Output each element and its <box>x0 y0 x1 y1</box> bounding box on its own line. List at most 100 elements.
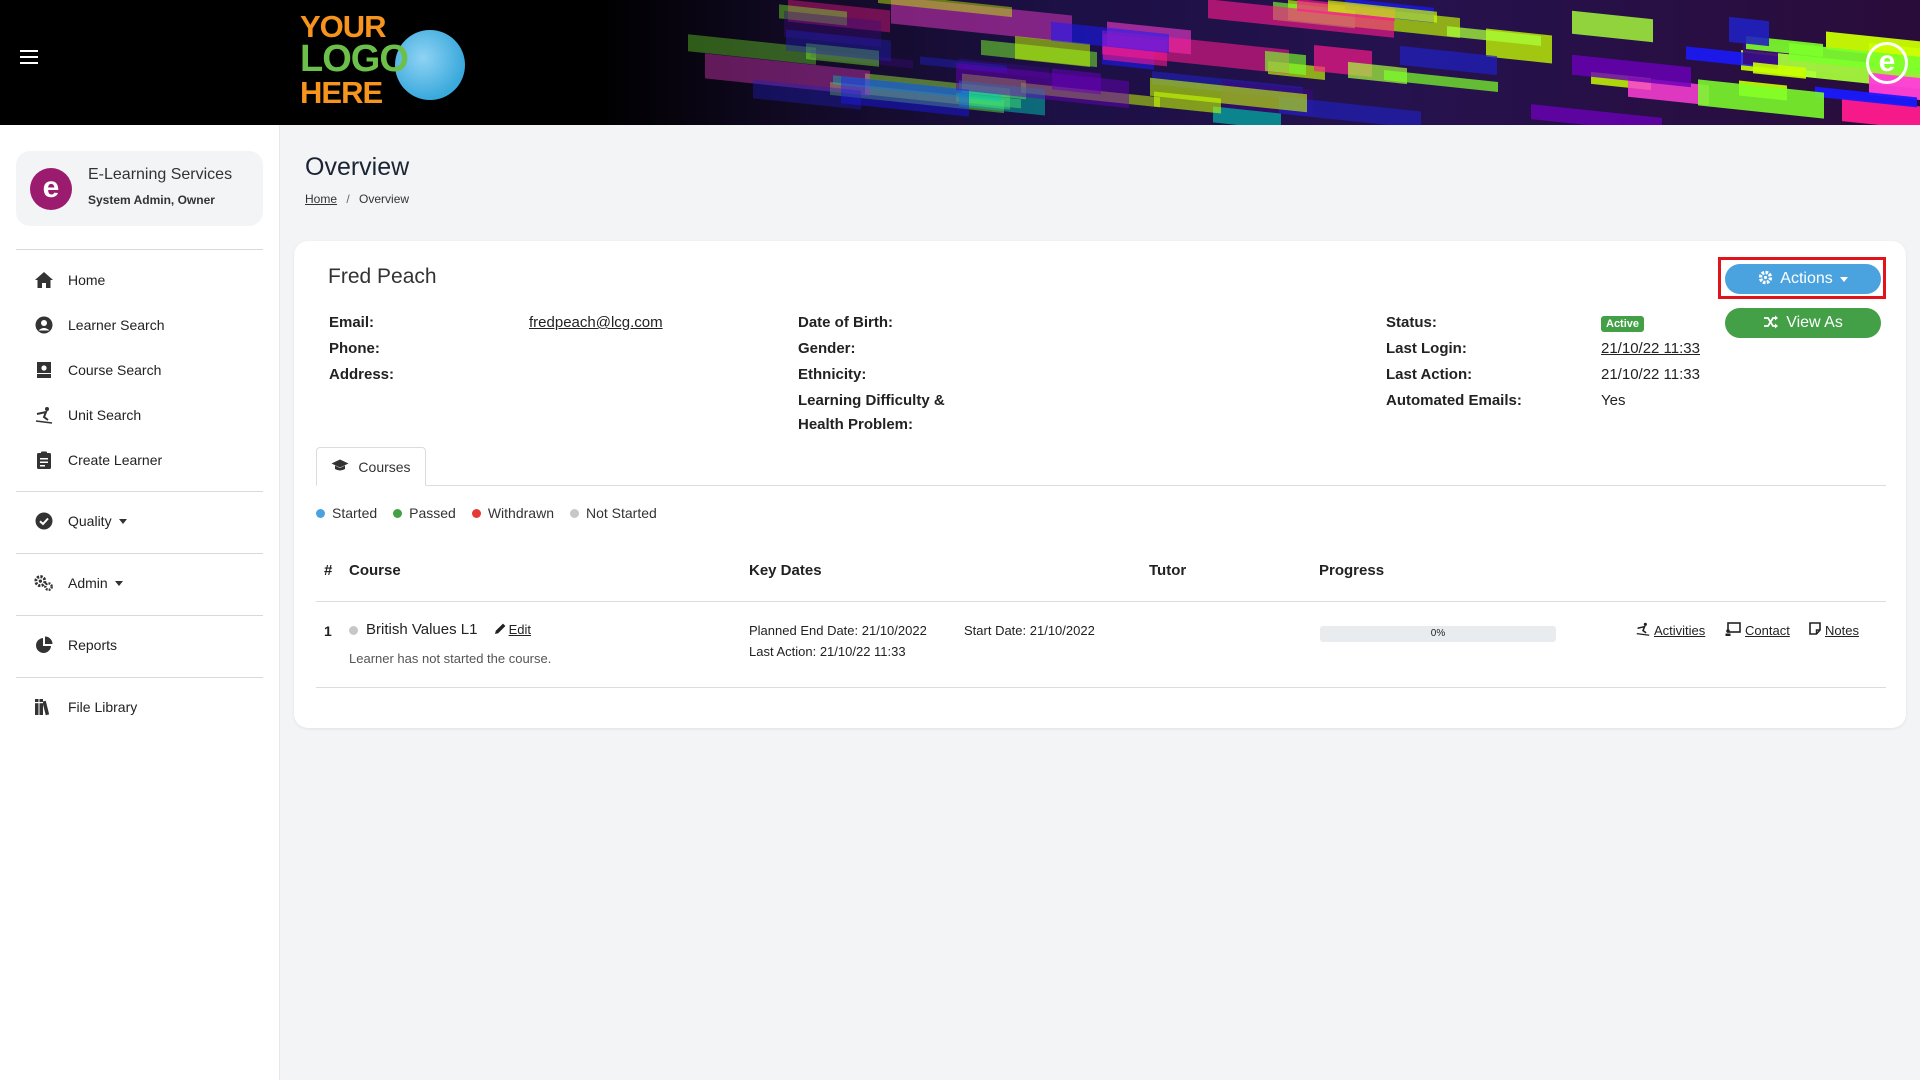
sidebar-item-learner-search[interactable]: Learner Search <box>34 315 165 335</box>
sidebar-item-unit-search[interactable]: Unit Search <box>34 405 141 425</box>
page-title: Overview <box>305 153 410 181</box>
legend-started: Started <box>316 505 377 521</box>
sidebar-item-label: Create Learner <box>68 452 163 468</box>
column-header-number: # <box>324 562 333 579</box>
edit-course-link[interactable]: Edit <box>494 622 531 637</box>
pie-chart-icon <box>34 635 54 655</box>
sidebar-item-course-search[interactable]: Course Search <box>34 360 161 380</box>
banner-brick <box>1729 17 1770 47</box>
tab-label: Courses <box>358 458 411 475</box>
sidebar-item-label: Course Search <box>68 362 162 378</box>
row-number: 1 <box>324 623 332 639</box>
column-header-progress: Progress <box>1319 562 1385 579</box>
logo-text: YOUR LOGO HERE <box>300 9 409 110</box>
top-header: YOUR LOGO HERE e <box>0 0 1920 125</box>
org-role: System Admin, Owner <box>88 193 215 207</box>
activities-link[interactable]: Activities <box>1636 622 1705 639</box>
table-row-divider <box>316 687 1886 688</box>
table-header-divider <box>316 601 1886 602</box>
column-header-course: Course <box>349 562 401 579</box>
phone-label: Phone: <box>329 340 380 357</box>
ethnicity-label: Ethnicity: <box>798 366 867 383</box>
banner-brick <box>1571 10 1653 43</box>
last-login-label: Last Login: <box>1386 340 1467 357</box>
sidebar-item-label: File Library <box>68 699 138 715</box>
sidebar-item-quality[interactable]: Quality <box>34 511 127 531</box>
banner-brick <box>1264 50 1306 76</box>
status-badge: Active <box>1601 316 1645 332</box>
pencil-icon <box>494 623 506 634</box>
last-login-link[interactable]: 21/10/22 11:33 <box>1601 340 1700 357</box>
note-icon <box>1809 622 1821 638</box>
sidebar-item-label: Learner Search <box>68 317 165 333</box>
sidebar: e E-Learning Services System Admin, Owne… <box>0 125 280 1080</box>
sidebar-divider <box>16 553 263 554</box>
org-profile-card[interactable]: e E-Learning Services System Admin, Owne… <box>16 151 263 226</box>
start-date: Start Date: 21/10/2022 <box>964 623 1095 638</box>
breadcrumb-separator: / <box>346 192 350 206</box>
books-icon <box>34 697 54 717</box>
row-last-action: Last Action: 21/10/22 11:33 <box>749 644 906 659</box>
chevron-down-icon <box>118 518 127 524</box>
email-label: Email: <box>329 314 375 331</box>
banner-brick <box>1530 103 1663 125</box>
contact-link[interactable]: Contact <box>1725 622 1790 639</box>
view-as-button-label: View As <box>1786 314 1843 331</box>
company-logo: YOUR LOGO HERE <box>300 10 470 115</box>
sidebar-item-create-learner[interactable]: Create Learner <box>34 450 162 470</box>
clipboard-icon <box>34 450 54 470</box>
graduation-cap-icon <box>331 459 349 475</box>
sidebar-item-admin[interactable]: Admin <box>34 573 123 593</box>
address-label: Address: <box>329 366 395 383</box>
planned-end-date: Planned End Date: 21/10/2022 <box>749 623 927 638</box>
chevron-down-icon <box>1839 276 1848 282</box>
course-status-legend: Started Passed Withdrawn Not Started <box>316 505 673 521</box>
presentation-icon <box>1725 622 1741 639</box>
notes-link[interactable]: Notes <box>1809 622 1859 638</box>
view-as-button[interactable]: View As <box>1725 308 1881 338</box>
course-name: British Values L1 <box>366 621 478 638</box>
sidebar-divider <box>16 491 263 492</box>
sidebar-item-home[interactable]: Home <box>34 270 105 290</box>
check-circle-icon <box>34 511 54 531</box>
health-problem-label: Health Problem: <box>798 416 914 433</box>
sidebar-item-label: Home <box>68 272 106 288</box>
tabs-border <box>316 485 1886 486</box>
learning-difficulty-label: Learning Difficulty & <box>798 392 945 409</box>
hamburger-icon[interactable] <box>20 50 38 64</box>
sidebar-item-label: Unit Search <box>68 407 142 423</box>
sidebar-item-file-library[interactable]: File Library <box>34 697 137 717</box>
teacher-icon <box>34 360 54 380</box>
table-row: British Values L1 Edit <box>349 621 531 638</box>
gear-icon <box>1758 270 1773 288</box>
dob-label: Date of Birth: <box>798 314 893 331</box>
sidebar-item-label: Admin <box>68 575 108 591</box>
breadcrumb-home-link[interactable]: Home <box>305 192 337 206</box>
email-link[interactable]: fredpeach@lcg.com <box>529 314 663 331</box>
skier-icon <box>34 405 54 425</box>
shuffle-icon <box>1763 315 1779 332</box>
sidebar-item-label: Quality <box>68 513 112 529</box>
status-label: Status: <box>1386 314 1437 331</box>
learner-name: Fred Peach <box>328 265 437 288</box>
sidebar-divider <box>16 677 263 678</box>
column-header-tutor: Tutor <box>1149 562 1187 579</box>
org-logo-icon: e <box>30 168 72 210</box>
cogs-icon <box>34 573 54 593</box>
legend-passed: Passed <box>393 505 456 521</box>
user-circle-icon <box>34 315 54 335</box>
tab-courses[interactable]: Courses <box>316 447 426 486</box>
sidebar-divider <box>16 249 263 250</box>
gender-label: Gender: <box>798 340 856 357</box>
column-header-key-dates: Key Dates <box>749 562 822 579</box>
status-dot-icon <box>471 508 481 518</box>
last-action-value: 21/10/22 11:33 <box>1601 366 1700 383</box>
automated-emails-label: Automated Emails: <box>1386 392 1522 409</box>
actions-button[interactable]: Actions <box>1725 264 1881 294</box>
sidebar-item-reports[interactable]: Reports <box>34 635 117 655</box>
header-banner-image <box>600 0 1920 125</box>
breadcrumb-current: Overview <box>359 192 410 206</box>
sidebar-divider <box>16 615 263 616</box>
course-note: Learner has not started the course. <box>349 651 552 666</box>
chevron-down-icon <box>114 580 123 586</box>
